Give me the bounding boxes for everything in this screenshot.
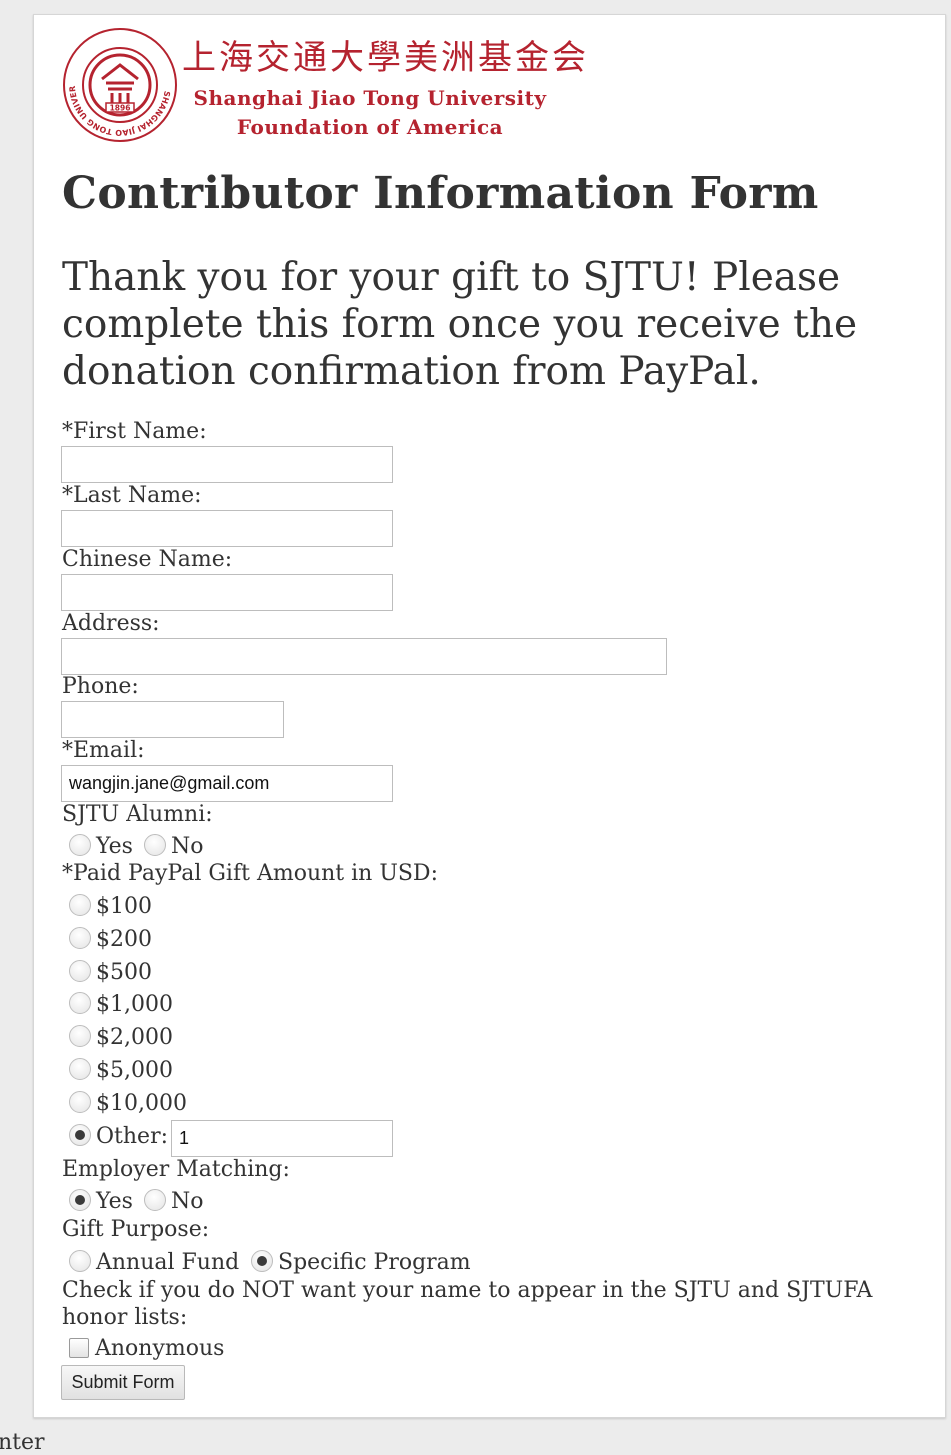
specific-program-label: Specific Program: [278, 1250, 471, 1275]
annual-fund-label: Annual Fund: [96, 1250, 240, 1275]
gift-200-radio[interactable]: [69, 927, 91, 949]
chinese-name-label: Chinese Name:: [62, 547, 233, 572]
gift-other-label: Other:: [96, 1124, 168, 1149]
matching-yes-label: Yes: [96, 1189, 133, 1214]
gift-200-label: $200: [96, 927, 152, 952]
first-name-input[interactable]: [61, 446, 393, 483]
annual-fund-radio[interactable]: [69, 1250, 91, 1272]
anonymous-checkbox[interactable]: [69, 1338, 89, 1358]
alumni-yes-radio[interactable]: [69, 834, 91, 856]
page-title: Contributor Information Form: [62, 168, 819, 219]
foundation-english-name: Shanghai Jiao Tong University Foundation…: [182, 84, 558, 142]
matching-no-radio[interactable]: [144, 1189, 166, 1211]
employer-matching-label: Employer Matching:: [62, 1157, 290, 1182]
alumni-label: SJTU Alumni:: [62, 802, 213, 827]
gift-10000-label: $10,000: [96, 1091, 187, 1116]
gift-purpose-label: Gift Purpose:: [62, 1217, 210, 1242]
last-name-label: *Last Name:: [62, 483, 202, 508]
foundation-chinese-name: 上海交通大學美洲基金会: [182, 38, 589, 78]
phone-input[interactable]: [61, 701, 284, 738]
seal-year: 1896: [110, 104, 131, 113]
gift-100-radio[interactable]: [69, 894, 91, 916]
gift-other-amount-input[interactable]: [171, 1120, 393, 1157]
gift-2000-label: $2,000: [96, 1025, 173, 1050]
alumni-no-label: No: [171, 834, 204, 859]
honor-list-note: Check if you do NOT want your name to ap…: [62, 1278, 873, 1330]
gift-500-label: $500: [96, 960, 152, 985]
gift-100-label: $100: [96, 894, 152, 919]
gift-amount-label: *Paid PayPal Gift Amount in USD:: [62, 861, 438, 886]
gift-other-radio[interactable]: [69, 1124, 91, 1146]
gift-2000-radio[interactable]: [69, 1025, 91, 1047]
last-name-input[interactable]: [61, 510, 393, 547]
chinese-name-input[interactable]: [61, 574, 393, 611]
anonymous-label: Anonymous: [95, 1336, 225, 1361]
gift-5000-label: $5,000: [96, 1058, 173, 1083]
email-input[interactable]: [61, 765, 393, 802]
alumni-yes-label: Yes: [96, 834, 133, 859]
english-name-line2: Foundation of America: [236, 115, 504, 139]
intro-text: Thank you for your gift to SJTU! Please …: [62, 255, 858, 394]
gift-10000-radio[interactable]: [69, 1091, 91, 1113]
gift-500-radio[interactable]: [69, 960, 91, 982]
phone-label: Phone:: [62, 674, 139, 699]
alumni-no-radio[interactable]: [144, 834, 166, 856]
sjtu-seal-logo: SHANGHAI JIAO TONG UNIVERSITY 1896: [62, 27, 177, 142]
gift-5000-radio[interactable]: [69, 1058, 91, 1080]
address-label: Address:: [62, 611, 160, 636]
address-input[interactable]: [61, 638, 667, 675]
specific-program-radio[interactable]: [251, 1250, 273, 1272]
gift-1000-label: $1,000: [96, 992, 173, 1017]
matching-no-label: No: [171, 1189, 204, 1214]
matching-yes-radio[interactable]: [69, 1189, 91, 1211]
email-label: *Email:: [62, 738, 145, 763]
footer-partial-text: nter: [0, 1430, 45, 1455]
english-name-line1: Shanghai Jiao Tong University: [193, 86, 547, 110]
gift-1000-radio[interactable]: [69, 992, 91, 1014]
submit-form-button[interactable]: Submit Form: [61, 1365, 185, 1400]
first-name-label: *First Name:: [62, 419, 207, 444]
